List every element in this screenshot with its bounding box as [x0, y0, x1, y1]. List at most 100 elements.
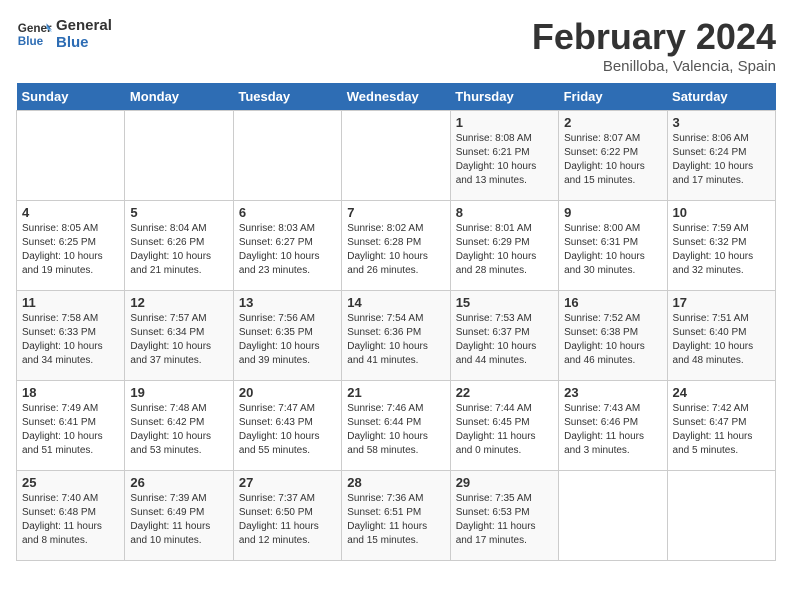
day-info: Sunrise: 8:07 AM Sunset: 6:22 PM Dayligh…: [564, 132, 661, 188]
calendar-cell: 4 Sunrise: 8:05 AM Sunset: 6:25 PM Daylig…: [17, 201, 125, 291]
day-info: Sunrise: 8:02 AM Sunset: 6:28 PM Dayligh…: [347, 222, 444, 278]
day-number: 15: [456, 295, 553, 310]
weekday-header-sunday: Sunday: [17, 83, 125, 111]
day-info: Sunrise: 7:56 AM Sunset: 6:35 PM Dayligh…: [239, 312, 336, 368]
day-number: 12: [130, 295, 227, 310]
day-number: 22: [456, 385, 553, 400]
weekday-header-saturday: Saturday: [667, 83, 775, 111]
calendar-cell: 16 Sunrise: 7:52 AM Sunset: 6:38 PM Dayli…: [559, 291, 667, 381]
day-info: Sunrise: 7:39 AM Sunset: 6:49 PM Dayligh…: [130, 492, 227, 548]
weekday-header-tuesday: Tuesday: [233, 83, 341, 111]
svg-text:Blue: Blue: [18, 35, 44, 48]
calendar-cell: 26 Sunrise: 7:39 AM Sunset: 6:49 PM Dayli…: [125, 471, 233, 561]
logo-blue: Blue: [56, 34, 112, 51]
day-number: 5: [130, 205, 227, 220]
weekday-header-thursday: Thursday: [450, 83, 558, 111]
day-number: 8: [456, 205, 553, 220]
calendar-cell: [233, 111, 341, 201]
day-info: Sunrise: 7:35 AM Sunset: 6:53 PM Dayligh…: [456, 492, 553, 548]
logo-icon: General Blue: [16, 16, 52, 52]
calendar-week-4: 18Sunrise: 7:49 AM Sunset: 6:41 PM Dayli…: [17, 381, 776, 471]
calendar-cell: 13Sunrise: 7:56 AM Sunset: 6:35 PM Dayli…: [233, 291, 341, 381]
day-number: 29: [456, 475, 553, 490]
logo-general: General: [56, 17, 112, 34]
day-info: Sunrise: 7:48 AM Sunset: 6:42 PM Dayligh…: [130, 402, 227, 458]
location-subtitle: Benilloba, Valencia, Spain: [532, 58, 776, 75]
day-number: 7: [347, 205, 444, 220]
day-number: 3: [673, 115, 770, 130]
logo: General Blue General Blue: [16, 16, 112, 52]
day-info: Sunrise: 7:44 AM Sunset: 6:45 PM Dayligh…: [456, 402, 553, 458]
day-number: 27: [239, 475, 336, 490]
calendar-cell: 8 Sunrise: 8:01 AM Sunset: 6:29 PM Daylig…: [450, 201, 558, 291]
calendar-cell: 29 Sunrise: 7:35 AM Sunset: 6:53 PM Dayli…: [450, 471, 558, 561]
day-info: Sunrise: 7:52 AM Sunset: 6:38 PM Dayligh…: [564, 312, 661, 368]
day-number: 21: [347, 385, 444, 400]
calendar-cell: 17 Sunrise: 7:51 AM Sunset: 6:40 PM Dayli…: [667, 291, 775, 381]
weekday-header-wednesday: Wednesday: [342, 83, 450, 111]
calendar-cell: 12 Sunrise: 7:57 AM Sunset: 6:34 PM Dayli…: [125, 291, 233, 381]
calendar-body: 1Sunrise: 8:08 AM Sunset: 6:21 PM Daylig…: [17, 111, 776, 561]
day-info: Sunrise: 7:43 AM Sunset: 6:46 PM Dayligh…: [564, 402, 661, 458]
day-number: 18: [22, 385, 119, 400]
calendar-cell: 7 Sunrise: 8:02 AM Sunset: 6:28 PM Daylig…: [342, 201, 450, 291]
calendar-cell: [17, 111, 125, 201]
day-number: 23: [564, 385, 661, 400]
calendar-cell: 20Sunrise: 7:47 AM Sunset: 6:43 PM Dayli…: [233, 381, 341, 471]
day-number: 16: [564, 295, 661, 310]
calendar-cell: 5 Sunrise: 8:04 AM Sunset: 6:26 PM Daylig…: [125, 201, 233, 291]
day-info: Sunrise: 7:59 AM Sunset: 6:32 PM Dayligh…: [673, 222, 770, 278]
calendar-cell: 21 Sunrise: 7:46 AM Sunset: 6:44 PM Dayli…: [342, 381, 450, 471]
day-number: 25: [22, 475, 119, 490]
day-number: 28: [347, 475, 444, 490]
day-info: Sunrise: 7:46 AM Sunset: 6:44 PM Dayligh…: [347, 402, 444, 458]
day-info: Sunrise: 8:01 AM Sunset: 6:29 PM Dayligh…: [456, 222, 553, 278]
day-info: Sunrise: 8:06 AM Sunset: 6:24 PM Dayligh…: [673, 132, 770, 188]
calendar-cell: [559, 471, 667, 561]
day-info: Sunrise: 7:36 AM Sunset: 6:51 PM Dayligh…: [347, 492, 444, 548]
calendar-cell: 27Sunrise: 7:37 AM Sunset: 6:50 PM Dayli…: [233, 471, 341, 561]
day-info: Sunrise: 7:57 AM Sunset: 6:34 PM Dayligh…: [130, 312, 227, 368]
day-info: Sunrise: 7:42 AM Sunset: 6:47 PM Dayligh…: [673, 402, 770, 458]
calendar-cell: 28 Sunrise: 7:36 AM Sunset: 6:51 PM Dayli…: [342, 471, 450, 561]
calendar-cell: 14 Sunrise: 7:54 AM Sunset: 6:36 PM Dayli…: [342, 291, 450, 381]
calendar-cell: 3 Sunrise: 8:06 AM Sunset: 6:24 PM Daylig…: [667, 111, 775, 201]
day-number: 24: [673, 385, 770, 400]
day-info: Sunrise: 7:47 AM Sunset: 6:43 PM Dayligh…: [239, 402, 336, 458]
weekday-header-row: SundayMondayTuesdayWednesdayThursdayFrid…: [17, 83, 776, 111]
calendar-cell: 23 Sunrise: 7:43 AM Sunset: 6:46 PM Dayli…: [559, 381, 667, 471]
calendar-week-3: 11 Sunrise: 7:58 AM Sunset: 6:33 PM Dayli…: [17, 291, 776, 381]
day-number: 4: [22, 205, 119, 220]
day-info: Sunrise: 7:58 AM Sunset: 6:33 PM Dayligh…: [22, 312, 119, 368]
calendar-week-2: 4 Sunrise: 8:05 AM Sunset: 6:25 PM Daylig…: [17, 201, 776, 291]
calendar-cell: 15 Sunrise: 7:53 AM Sunset: 6:37 PM Dayli…: [450, 291, 558, 381]
calendar-cell: 10 Sunrise: 7:59 AM Sunset: 6:32 PM Dayli…: [667, 201, 775, 291]
day-info: Sunrise: 7:51 AM Sunset: 6:40 PM Dayligh…: [673, 312, 770, 368]
day-number: 11: [22, 295, 119, 310]
day-info: Sunrise: 7:53 AM Sunset: 6:37 PM Dayligh…: [456, 312, 553, 368]
day-info: Sunrise: 8:08 AM Sunset: 6:21 PM Dayligh…: [456, 132, 553, 188]
day-info: Sunrise: 7:54 AM Sunset: 6:36 PM Dayligh…: [347, 312, 444, 368]
day-info: Sunrise: 8:00 AM Sunset: 6:31 PM Dayligh…: [564, 222, 661, 278]
calendar-cell: 22 Sunrise: 7:44 AM Sunset: 6:45 PM Dayli…: [450, 381, 558, 471]
day-number: 17: [673, 295, 770, 310]
day-number: 10: [673, 205, 770, 220]
day-info: Sunrise: 8:04 AM Sunset: 6:26 PM Dayligh…: [130, 222, 227, 278]
calendar-cell: 6 Sunrise: 8:03 AM Sunset: 6:27 PM Daylig…: [233, 201, 341, 291]
title-area: February 2024 Benilloba, Valencia, Spain: [532, 16, 776, 75]
day-info: Sunrise: 8:03 AM Sunset: 6:27 PM Dayligh…: [239, 222, 336, 278]
day-info: Sunrise: 8:05 AM Sunset: 6:25 PM Dayligh…: [22, 222, 119, 278]
calendar-cell: [667, 471, 775, 561]
calendar-header: SundayMondayTuesdayWednesdayThursdayFrid…: [17, 83, 776, 111]
calendar-cell: 18Sunrise: 7:49 AM Sunset: 6:41 PM Dayli…: [17, 381, 125, 471]
day-number: 6: [239, 205, 336, 220]
calendar-cell: [342, 111, 450, 201]
weekday-header-monday: Monday: [125, 83, 233, 111]
calendar-cell: 9Sunrise: 8:00 AM Sunset: 6:31 PM Daylig…: [559, 201, 667, 291]
day-number: 2: [564, 115, 661, 130]
day-number: 26: [130, 475, 227, 490]
day-number: 14: [347, 295, 444, 310]
calendar-cell: 24 Sunrise: 7:42 AM Sunset: 6:47 PM Dayli…: [667, 381, 775, 471]
header: General Blue General Blue February 2024 …: [16, 16, 776, 75]
day-info: Sunrise: 7:40 AM Sunset: 6:48 PM Dayligh…: [22, 492, 119, 548]
